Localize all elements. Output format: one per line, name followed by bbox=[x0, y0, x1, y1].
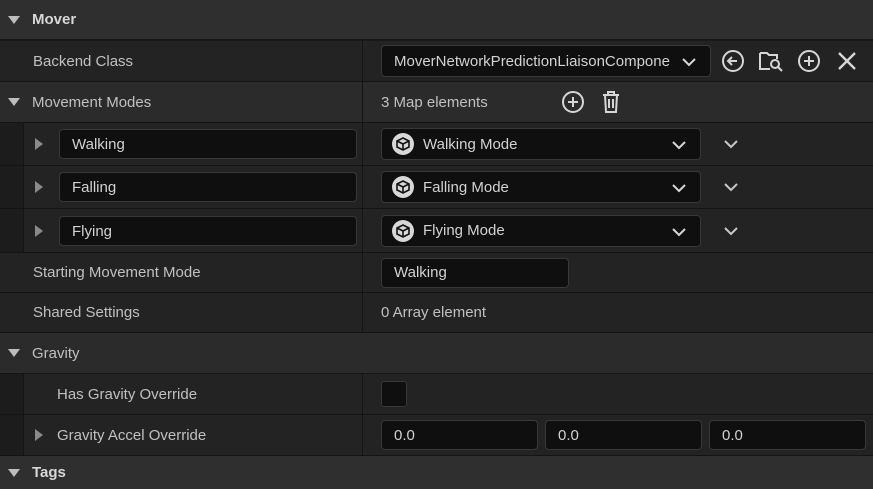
entry-options-button[interactable] bbox=[717, 130, 745, 158]
section-header-gravity[interactable]: Gravity bbox=[0, 333, 873, 374]
row-backend-class: Backend Class MoverNetworkPredictionLiai… bbox=[0, 41, 873, 82]
map-entry-falling: Falling Falling Mode bbox=[0, 166, 873, 209]
chevron-down-icon bbox=[672, 141, 686, 150]
folder-search-icon bbox=[759, 52, 783, 72]
close-icon bbox=[838, 52, 856, 70]
expand-arrow-icon[interactable] bbox=[35, 224, 43, 237]
empty-map-button[interactable] bbox=[597, 88, 625, 116]
section-header-mover[interactable]: Mover bbox=[0, 0, 873, 40]
property-label: Gravity Accel Override bbox=[57, 426, 207, 444]
property-label: Backend Class bbox=[33, 52, 134, 70]
trash-icon bbox=[602, 91, 619, 113]
row-has-gravity-override: Has Gravity Override bbox=[0, 374, 873, 415]
collapse-arrow-icon[interactable] bbox=[8, 349, 20, 357]
row-gravity-accel-override: Gravity Accel Override 0.0 0.0 0.0 bbox=[0, 415, 873, 456]
map-entry-walking: Walking Walking Mode bbox=[0, 123, 873, 166]
gravity-override-checkbox[interactable] bbox=[381, 381, 407, 407]
combo-value: MoverNetworkPredictionLiaisonComponent bbox=[394, 52, 670, 70]
cube-icon bbox=[392, 133, 414, 155]
collapse-arrow-icon[interactable] bbox=[8, 98, 20, 106]
arrow-left-circle-icon bbox=[722, 50, 744, 72]
map-key-field[interactable]: Flying bbox=[59, 216, 357, 246]
row-movement-modes: Movement Modes 3 Map elements bbox=[0, 82, 873, 123]
expand-arrow-icon[interactable] bbox=[35, 138, 43, 150]
movement-mode-combo[interactable]: Falling Mode bbox=[381, 171, 701, 203]
chevron-down-icon bbox=[682, 58, 696, 67]
plus-circle-icon bbox=[561, 91, 584, 113]
section-header-tags[interactable]: Tags bbox=[0, 456, 873, 489]
movement-mode-combo[interactable]: Walking Mode bbox=[381, 128, 701, 160]
clear-button[interactable] bbox=[833, 47, 861, 75]
section-title: Tags bbox=[32, 464, 66, 481]
browse-button[interactable] bbox=[719, 47, 747, 75]
expand-arrow-icon[interactable] bbox=[35, 429, 43, 441]
gravity-z-field[interactable]: 0.0 bbox=[709, 420, 866, 450]
entry-options-button[interactable] bbox=[717, 173, 745, 201]
expand-arrow-icon[interactable] bbox=[35, 181, 43, 193]
movement-mode-combo[interactable]: Flying Mode bbox=[381, 214, 701, 247]
backend-class-combo[interactable]: MoverNetworkPredictionLiaisonComponent bbox=[381, 45, 711, 77]
chevron-down-icon bbox=[724, 226, 738, 235]
cube-icon bbox=[392, 176, 414, 198]
add-button[interactable] bbox=[795, 47, 823, 75]
section-title: Mover bbox=[32, 11, 77, 28]
row-shared-settings: Shared Settings 0 Array element bbox=[0, 293, 873, 333]
map-entry-flying: Flying Flying Mode bbox=[0, 209, 873, 253]
property-label: Shared Settings bbox=[33, 304, 140, 321]
array-count: 0 Array element bbox=[381, 304, 487, 321]
property-label: Has Gravity Override bbox=[57, 385, 198, 403]
collapse-arrow-icon[interactable] bbox=[8, 468, 20, 477]
starting-mode-field[interactable]: Walking bbox=[381, 257, 569, 288]
map-key-field[interactable]: Walking bbox=[59, 129, 357, 159]
property-label: Movement Modes bbox=[32, 93, 152, 111]
find-in-browser-button[interactable] bbox=[757, 47, 785, 75]
chevron-down-icon bbox=[724, 140, 738, 149]
plus-circle-icon bbox=[798, 50, 820, 72]
add-element-button[interactable] bbox=[559, 88, 587, 116]
chevron-down-icon bbox=[672, 227, 686, 236]
category-title: Gravity bbox=[32, 344, 80, 362]
row-starting-movement-mode: Starting Movement Mode Walking bbox=[0, 253, 873, 293]
gravity-y-field[interactable]: 0.0 bbox=[545, 420, 702, 450]
map-key-field[interactable]: Falling bbox=[59, 172, 357, 202]
gravity-x-field[interactable]: 0.0 bbox=[381, 420, 538, 450]
chevron-down-icon bbox=[672, 184, 686, 193]
collapse-arrow-icon[interactable] bbox=[8, 15, 20, 24]
cube-icon bbox=[392, 219, 414, 242]
chevron-down-icon bbox=[724, 183, 738, 192]
property-label: Starting Movement Mode bbox=[33, 264, 201, 281]
map-count: 3 Map elements bbox=[381, 93, 488, 111]
entry-options-button[interactable] bbox=[717, 217, 745, 245]
